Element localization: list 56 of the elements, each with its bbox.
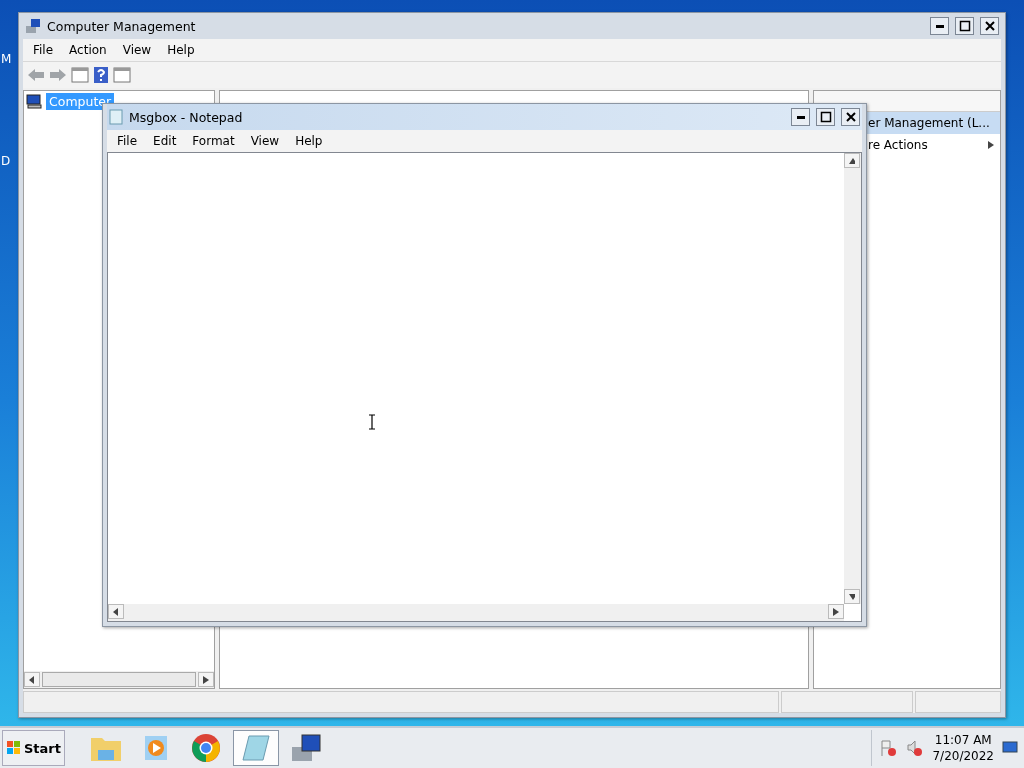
scroll-left-icon xyxy=(113,607,119,616)
minimize-button[interactable] xyxy=(791,108,810,126)
desktop-icon-label: M xyxy=(1,52,12,66)
computer-icon xyxy=(26,94,42,109)
help-icon[interactable] xyxy=(93,66,109,84)
pane-icon[interactable] xyxy=(113,67,131,83)
menu-item[interactable]: Format xyxy=(184,134,243,148)
minimize-icon xyxy=(796,115,805,119)
menu-item[interactable]: Action xyxy=(61,43,115,57)
scroll-down-icon xyxy=(849,592,855,601)
scroll-right-icon xyxy=(833,607,839,616)
forward-arrow-icon[interactable] xyxy=(49,68,67,82)
close-icon xyxy=(983,20,996,32)
horizontal-scrollbar[interactable] xyxy=(24,671,214,688)
browser-icon xyxy=(191,733,221,763)
close-button[interactable] xyxy=(841,108,860,126)
windows-logo-icon xyxy=(6,740,22,756)
media-player-icon xyxy=(142,734,170,762)
menu-item[interactable]: File xyxy=(25,43,62,57)
menu-item[interactable]: View xyxy=(242,134,288,148)
actions-pane-entry[interactable]: re Actions xyxy=(866,134,1000,156)
window-title: Computer Management xyxy=(47,18,197,34)
minimize-icon xyxy=(935,24,944,28)
flag-error-icon[interactable] xyxy=(880,739,899,757)
computer-management-icon xyxy=(25,18,41,34)
menu-item[interactable]: View xyxy=(114,43,160,57)
scroll-up-icon xyxy=(849,156,855,165)
pane-icon[interactable] xyxy=(71,67,89,83)
menu-item[interactable]: Help xyxy=(287,134,331,148)
close-icon xyxy=(844,111,857,123)
notepad-icon xyxy=(241,734,271,762)
submenu-arrow-icon xyxy=(988,141,994,149)
back-arrow-icon[interactable] xyxy=(27,68,45,82)
maximize-button[interactable] xyxy=(955,17,974,35)
window-title: Msgbox - Notepad xyxy=(129,109,244,125)
speaker-muted-icon[interactable] xyxy=(906,739,925,757)
maximize-icon xyxy=(958,20,971,32)
notepad-icon xyxy=(109,109,123,125)
clock[interactable]: 11:07 AM 7/20/2022 xyxy=(932,732,994,764)
desktop-icon-label: D xyxy=(1,154,11,168)
show-desktop-icon[interactable] xyxy=(1002,741,1018,755)
maximize-icon xyxy=(819,111,832,123)
vertical-scrollbar[interactable] xyxy=(844,153,861,604)
scroll-right-icon xyxy=(203,675,209,684)
start-button[interactable]: Start xyxy=(2,730,65,766)
minimize-button[interactable] xyxy=(930,17,949,35)
computer-management-icon xyxy=(290,733,322,763)
maximize-button[interactable] xyxy=(816,108,835,126)
menu-item[interactable]: File xyxy=(109,134,146,148)
menu-item[interactable]: Help xyxy=(159,43,203,57)
horizontal-scrollbar[interactable] xyxy=(108,604,844,621)
scroll-left-icon xyxy=(29,675,35,684)
actions-pane-entry[interactable]: er Management (L... xyxy=(866,112,1000,134)
close-button[interactable] xyxy=(980,17,999,35)
menu-item[interactable]: Edit xyxy=(145,134,185,148)
text-cursor-icon xyxy=(368,414,376,430)
